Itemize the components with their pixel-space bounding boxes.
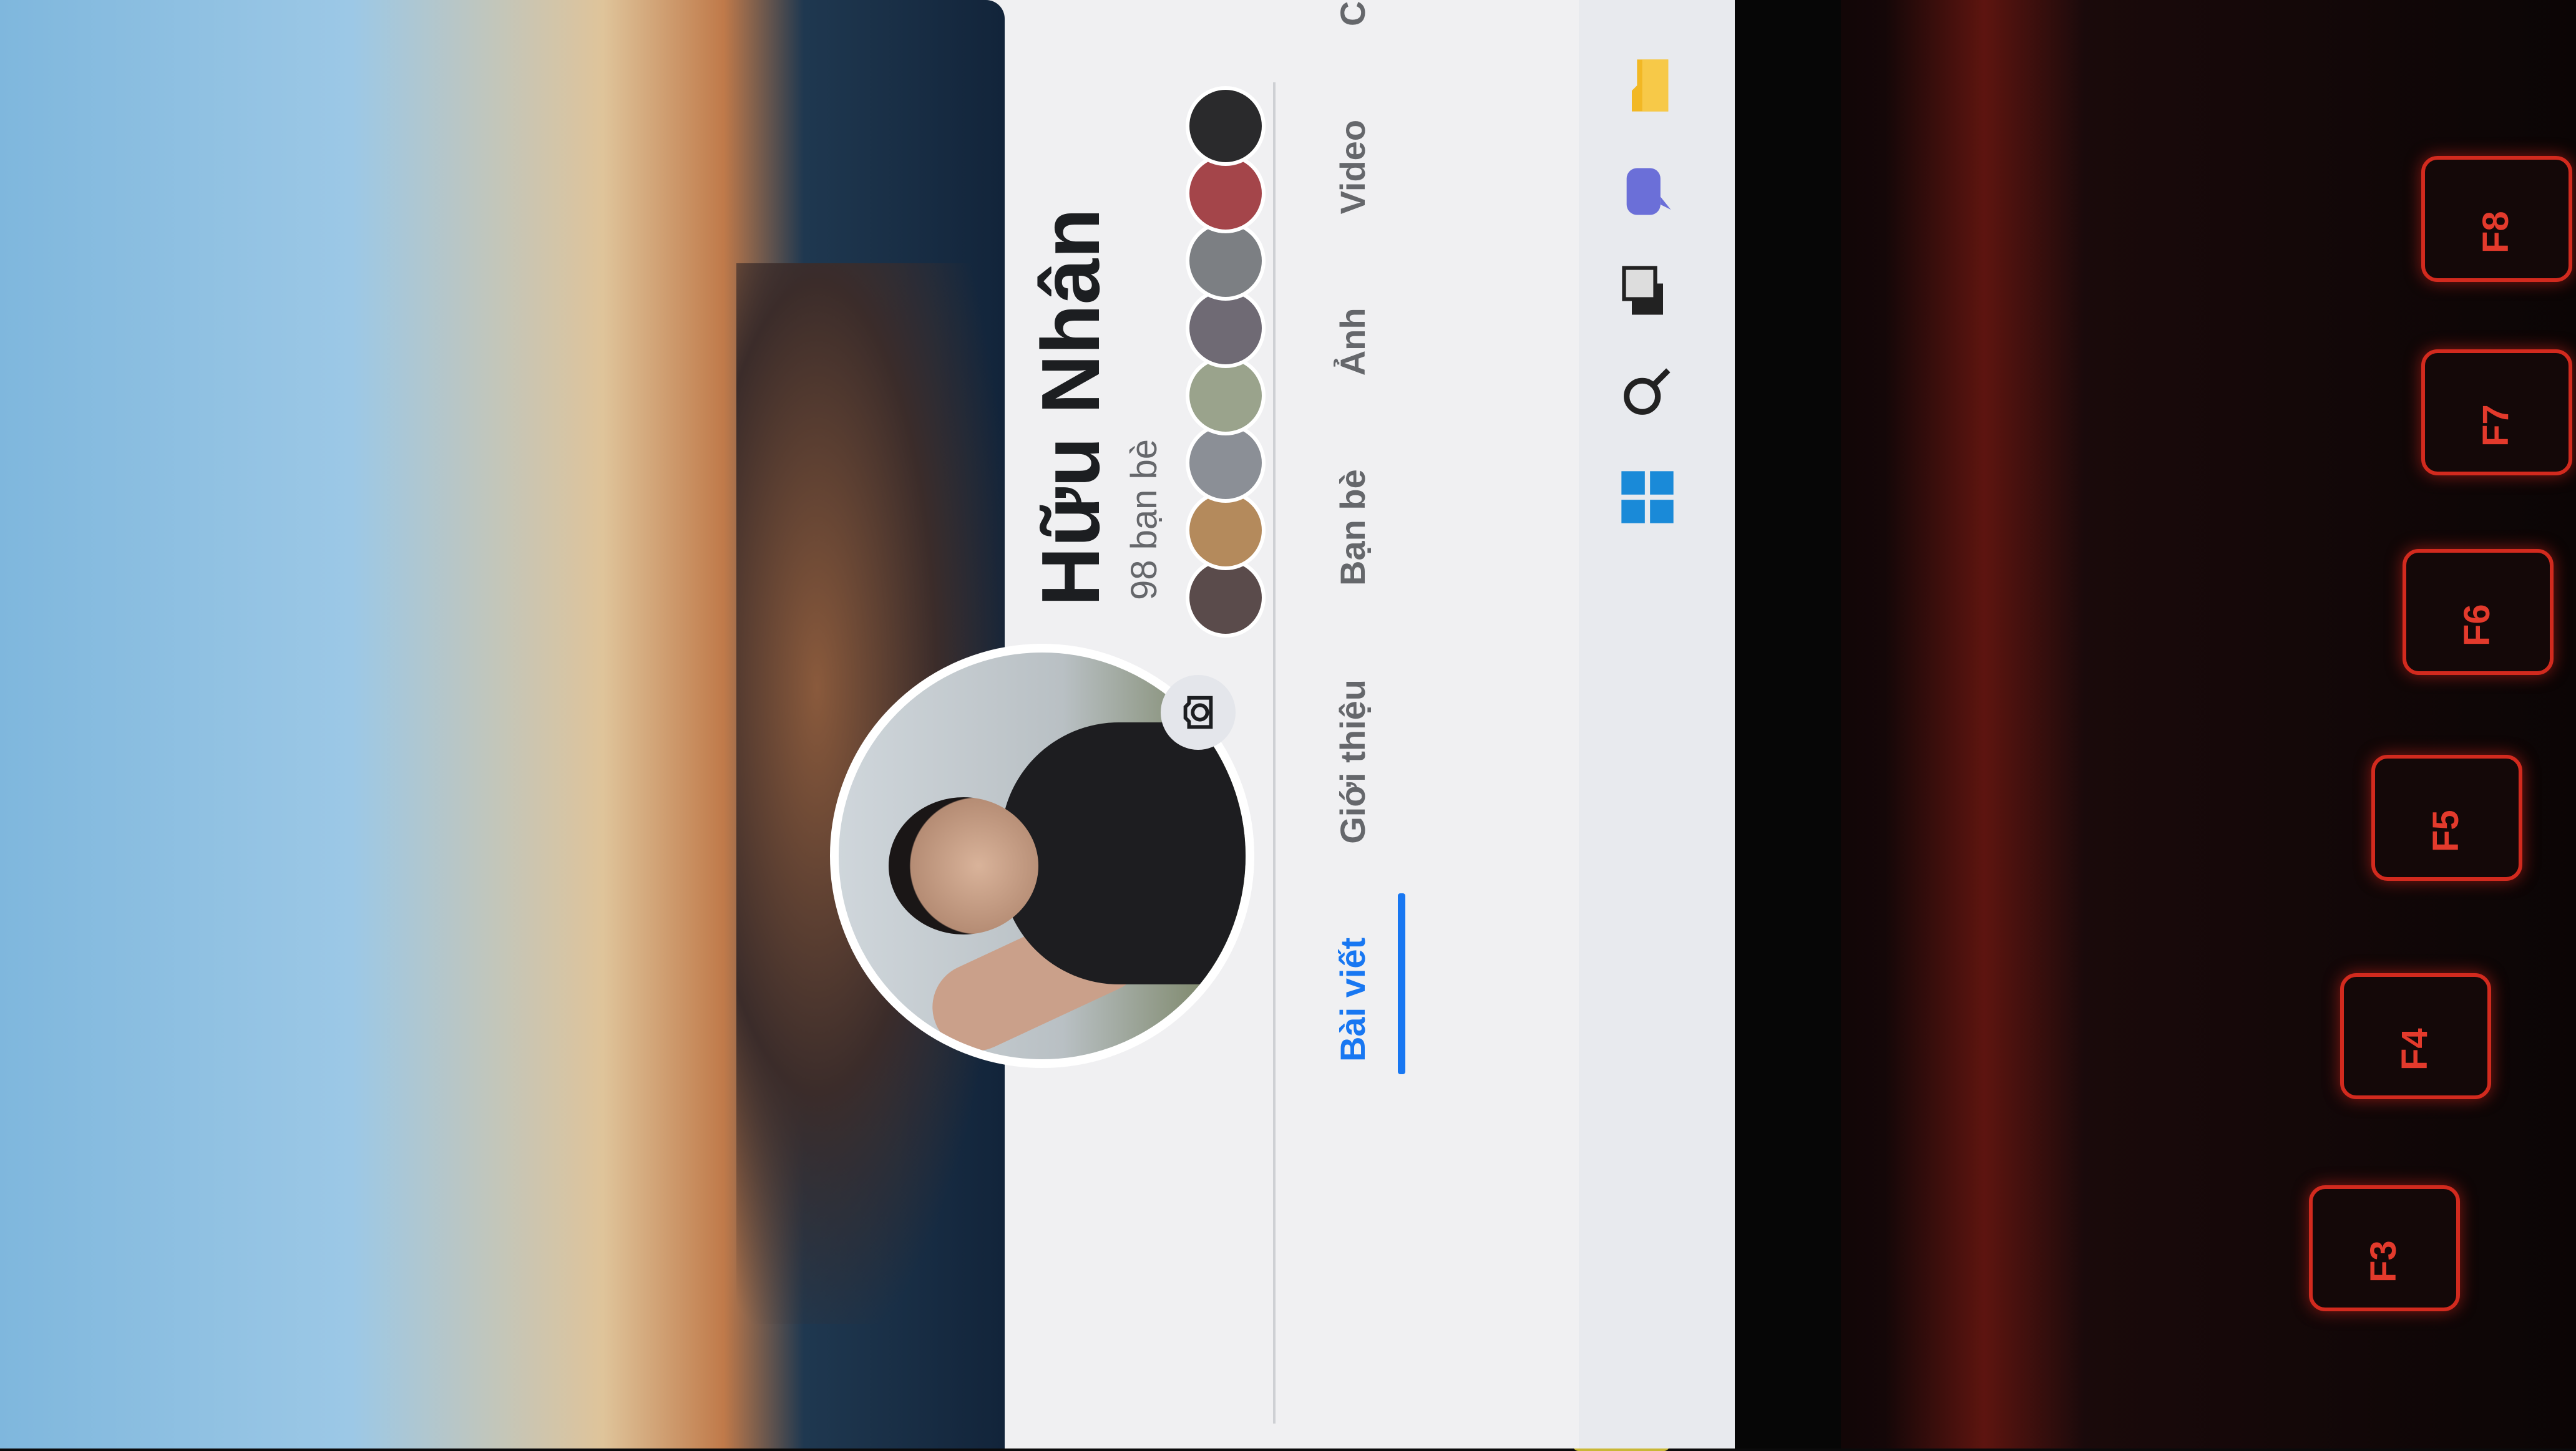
avatar-head [889, 797, 1038, 934]
task-view-button[interactable] [1613, 257, 1682, 326]
taskbar-search-button[interactable] [1613, 357, 1682, 425]
keyboard-backlight-glow [1885, 0, 2084, 1449]
key-f8[interactable]: F8 [2421, 156, 2572, 282]
key-f3-label: F3 [2363, 1240, 2404, 1283]
friend-avatar[interactable] [1186, 86, 1266, 166]
friends-count-link[interactable]: 98 bạn bè [1123, 439, 1165, 600]
camera-icon [1183, 696, 1213, 729]
key-f5[interactable]: F5 [2371, 755, 2522, 881]
avatar-torso [1001, 722, 1254, 984]
tab-friends[interactable]: Bạn bè [1332, 469, 1373, 586]
key-f7[interactable]: F7 [2421, 349, 2572, 475]
profile-divider [1273, 82, 1276, 1424]
update-avatar-button[interactable] [1161, 675, 1236, 750]
key-f4[interactable]: F4 [2340, 973, 2491, 1099]
facebook-profile-page: Hữu Nhân 98 bạn bè Bài viết Giới thiệu B… [0, 0, 1735, 1449]
profile-tabs: Bài viết Giới thiệu Bạn bè Ảnh Video Che… [1332, 0, 1373, 1062]
key-f6[interactable]: F6 [2403, 549, 2554, 675]
windows-start-button[interactable] [1613, 463, 1682, 531]
cover-photo[interactable] [0, 0, 1005, 1449]
tab-photos[interactable]: Ảnh [1332, 308, 1373, 376]
tab-videos[interactable]: Video [1332, 120, 1373, 214]
key-f7-label: F7 [2476, 404, 2516, 447]
key-f5-label: F5 [2426, 810, 2466, 852]
search-icon [1624, 368, 1671, 415]
tab-posts[interactable]: Bài viết [1332, 938, 1373, 1062]
active-tab-indicator [1398, 893, 1405, 1074]
chat-icon [1626, 168, 1671, 215]
friend-avatars [1186, 86, 1267, 638]
key-f6-label: F6 [2457, 604, 2497, 646]
tab-check-ins[interactable]: Check in [1332, 0, 1373, 26]
key-f4-label: F4 [2394, 1028, 2435, 1070]
profile-name: Hữu Nhân [1025, 208, 1116, 606]
task-view-icon [1622, 266, 1663, 315]
windows-start-icon [1621, 471, 1674, 523]
windows-taskbar [1579, 0, 1735, 1449]
file-explorer-button[interactable] [1613, 51, 1682, 120]
laptop-screen: Hữu Nhân 98 bạn bè Bài viết Giới thiệu B… [0, 0, 1735, 1449]
chat-button[interactable] [1613, 157, 1682, 226]
key-f8-label: F8 [2476, 211, 2516, 253]
tab-about[interactable]: Giới thiệu [1332, 679, 1373, 844]
key-f3[interactable]: F3 [2309, 1185, 2460, 1311]
file-explorer-icon [1632, 59, 1669, 112]
